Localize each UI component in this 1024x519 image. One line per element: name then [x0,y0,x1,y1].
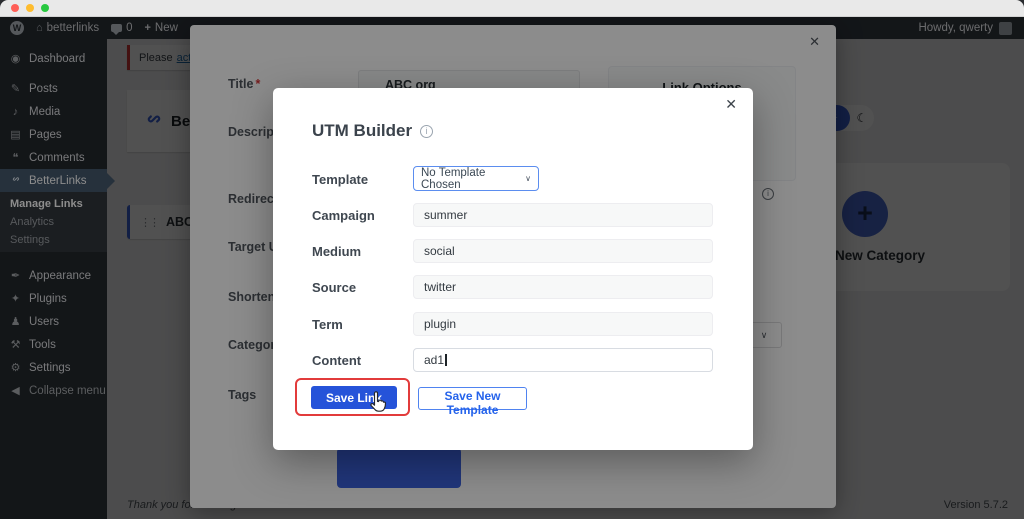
content-input[interactable]: ad1 [413,348,713,372]
text-caret [445,354,447,366]
macos-close-button[interactable] [11,4,19,12]
chevron-down-icon: ∨ [525,174,531,183]
source-input[interactable]: twitter [413,275,713,299]
close-icon[interactable]: ✕ [725,96,737,113]
app-window: W ⌂ betterlinks 0 + New Howdy, qwerty ◉D… [0,0,1024,519]
term-input[interactable]: plugin [413,312,713,336]
save-new-template-button[interactable]: Save New Template [418,387,527,410]
info-icon: i [420,125,433,138]
cursor-pointer-icon [367,391,387,421]
term-label: Term [312,317,343,332]
medium-input[interactable]: social [413,239,713,263]
template-label: Template [312,172,368,187]
utm-builder-modal: ✕ UTM Builder i Template No Template Cho… [273,88,753,450]
campaign-input[interactable]: summer [413,203,713,227]
source-label: Source [312,280,356,295]
template-value: No Template Chosen [421,167,519,191]
macos-titlebar [0,0,1024,17]
utm-builder-title: UTM Builder [312,121,412,141]
medium-label: Medium [312,244,361,259]
content-label: Content [312,353,361,368]
macos-minimize-button[interactable] [26,4,34,12]
macos-zoom-button[interactable] [41,4,49,12]
campaign-label: Campaign [312,208,375,223]
template-select[interactable]: No Template Chosen ∨ [413,166,539,191]
